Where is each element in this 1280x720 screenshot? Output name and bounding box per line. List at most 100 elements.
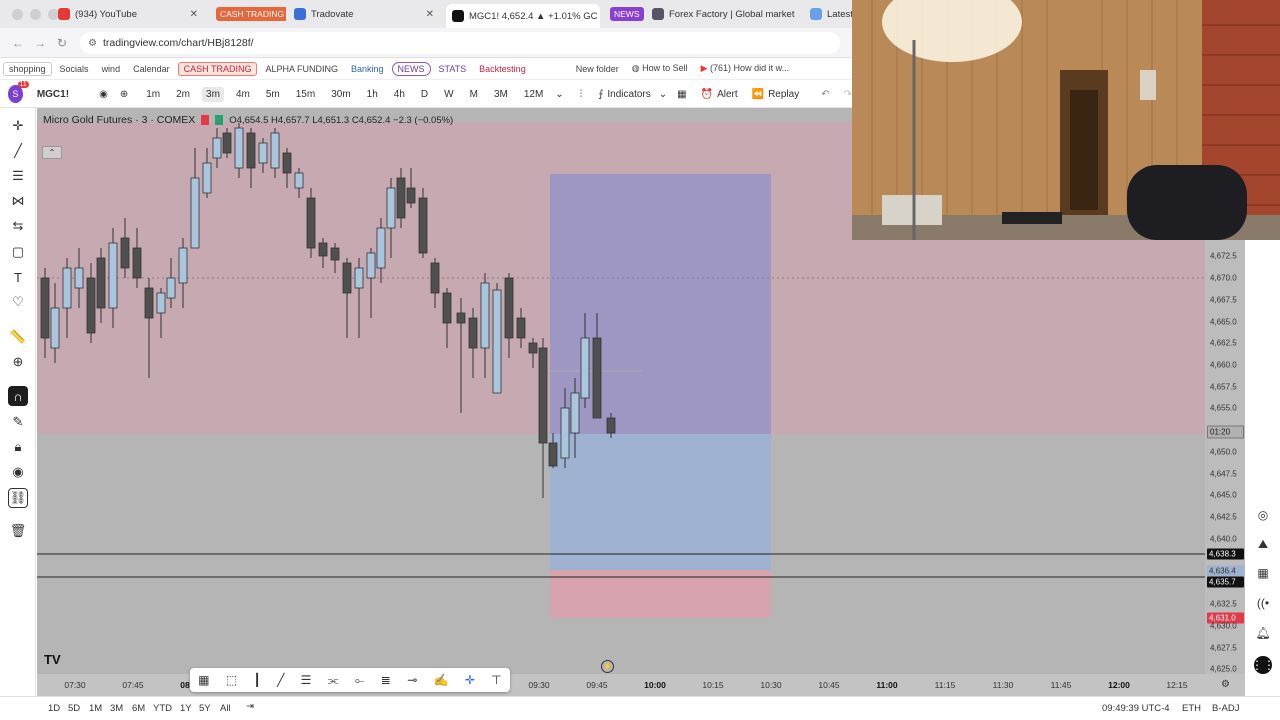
tab-latest[interactable]: Latest: [804, 4, 852, 24]
bookmark-stats[interactable]: STATS: [434, 63, 472, 75]
interval-1m[interactable]: 1m: [142, 87, 164, 102]
interval-d[interactable]: D: [417, 87, 432, 102]
grid-icon[interactable]: ▦: [198, 673, 209, 687]
bookmark-wind[interactable]: wind: [97, 63, 126, 75]
horizontal-lines-icon[interactable]: ☰: [301, 673, 312, 687]
ruler-icon[interactable]: 📏: [8, 327, 28, 347]
parallel-channel-icon[interactable]: ⫘: [328, 673, 339, 688]
undo-icon[interactable]: ↶: [821, 89, 829, 100]
range-1y[interactable]: 1Y: [180, 703, 192, 714]
interval-1h[interactable]: 1h: [363, 87, 382, 102]
range-5d[interactable]: 5D: [68, 703, 80, 714]
pattern-icon[interactable]: ⋈: [8, 191, 28, 211]
trend-line-icon[interactable]: ╱: [277, 673, 284, 687]
indicators-icon[interactable]: ⨍: [598, 89, 603, 100]
range-6m[interactable]: 6M: [132, 703, 145, 714]
bell-icon[interactable]: 🔔︎: [1254, 624, 1272, 642]
fib-icon[interactable]: ≣: [381, 673, 391, 687]
interval-15m[interactable]: 15m: [292, 87, 319, 102]
apps-grid-icon[interactable]: ⋮⋮: [1251, 656, 1275, 674]
minimize-window-icon[interactable]: [30, 9, 41, 20]
chevron-down-icon[interactable]: ⌄: [555, 89, 563, 100]
time-settings-icon[interactable]: ⚙: [1221, 679, 1230, 690]
tab-tradingview[interactable]: MGC1! 4,652.4 ▲ +1.01% GC ✕: [446, 4, 600, 28]
crosshair-icon[interactable]: ✛: [8, 116, 28, 136]
range-all[interactable]: All: [220, 703, 231, 714]
vertical-line-icon[interactable]: ┃: [254, 673, 261, 687]
alert-button[interactable]: Alert: [717, 89, 738, 100]
tab-forex-factory[interactable]: Forex Factory | Global market ✕: [646, 4, 800, 24]
stay-drawing-icon[interactable]: ✎: [8, 412, 28, 432]
shape-icon[interactable]: ▢: [8, 242, 28, 262]
magnet-icon[interactable]: ∩: [8, 386, 28, 406]
site-settings-icon[interactable]: ⚙: [88, 38, 97, 49]
url-input[interactable]: ⚙ tradingview.com/chart/HBj8128f/: [80, 32, 840, 54]
chevron-down-icon[interactable]: ⌄: [659, 89, 667, 100]
interval-m[interactable]: M: [466, 87, 482, 102]
bookmark-backtesting[interactable]: Backtesting: [474, 63, 531, 75]
heart-icon[interactable]: ♡: [8, 292, 28, 312]
indicators-button[interactable]: Indicators: [607, 89, 650, 100]
brush-icon[interactable]: ✍: [434, 673, 449, 687]
back-arrow-icon[interactable]: ←: [12, 36, 24, 50]
interval-2m[interactable]: 2m: [172, 87, 194, 102]
close-window-icon[interactable]: [12, 9, 23, 20]
bookmark-cash-trading[interactable]: CASH TRADING: [177, 61, 258, 76]
eye-icon[interactable]: ◉: [8, 462, 28, 482]
alarm-clock-icon[interactable]: ⏰: [701, 89, 713, 100]
bookmark-shopping[interactable]: shopping: [3, 61, 52, 76]
range-5y[interactable]: 5Y: [199, 703, 211, 714]
eye-icon[interactable]: ◉: [99, 89, 108, 100]
close-tab-icon[interactable]: ✕: [426, 9, 434, 20]
date-range-icon[interactable]: ⇥: [246, 701, 254, 712]
range-3m[interactable]: 3M: [110, 703, 123, 714]
symbol-search-input[interactable]: MGC1!: [37, 89, 91, 100]
replay-button[interactable]: Replay: [768, 89, 799, 100]
adjustment-text[interactable]: B-ADJ: [1212, 703, 1239, 714]
signal-icon[interactable]: ((•: [1254, 594, 1272, 612]
ray-icon[interactable]: ⊸: [407, 673, 417, 687]
compare-add-icon[interactable]: ⊕: [120, 89, 128, 100]
interval-3m[interactable]: 3m: [202, 86, 224, 102]
reload-icon[interactable]: ↻: [57, 36, 67, 50]
session-text[interactable]: ETH: [1182, 703, 1201, 714]
text-icon[interactable]: T: [8, 267, 28, 287]
clock-text[interactable]: 09:49:39 UTC-4: [1102, 703, 1170, 714]
bookmark-how-to-sell[interactable]: ◍ How to Sell: [627, 62, 693, 75]
select-box-icon[interactable]: ⬚: [226, 673, 237, 687]
ideas-icon[interactable]: ⛰: [1254, 535, 1272, 553]
text-box-icon[interactable]: ⊤: [491, 673, 501, 687]
calendar-icon[interactable]: ▦: [1254, 564, 1272, 582]
range-ytd[interactable]: YTD: [153, 703, 172, 714]
bookmark-banking[interactable]: Banking: [346, 63, 389, 75]
interval-3m-month[interactable]: 3M: [490, 87, 512, 102]
tab-news[interactable]: NEWS: [604, 4, 644, 24]
interval-w[interactable]: W: [440, 87, 457, 102]
lightning-icon[interactable]: ⚡: [601, 660, 614, 673]
collapse-legend-button[interactable]: ⌃: [42, 146, 62, 159]
replay-icon[interactable]: ⏪: [752, 89, 764, 100]
bookmark-socials[interactable]: Socials: [55, 63, 94, 75]
tab-tradovate[interactable]: Tradovate ✕: [288, 4, 440, 24]
redo-icon[interactable]: ↷: [844, 89, 852, 100]
trend-line-icon[interactable]: ╱: [8, 141, 28, 161]
bookmark-new-folder[interactable]: New folder: [571, 63, 624, 75]
range-1d[interactable]: 1D: [48, 703, 60, 714]
interval-4h[interactable]: 4h: [390, 87, 409, 102]
templates-icon[interactable]: ▦: [677, 89, 686, 100]
close-tab-icon[interactable]: ✕: [799, 9, 800, 20]
interval-5m[interactable]: 5m: [262, 87, 284, 102]
interval-30m[interactable]: 30m: [327, 87, 354, 102]
tab-cash-trading[interactable]: CASH TRADING: [210, 4, 286, 24]
tab-youtube[interactable]: (934) YouTube ✕: [52, 4, 204, 24]
bookmark-youtube-video[interactable]: ▶ (761) How did it w...: [696, 62, 794, 75]
bookmark-news[interactable]: NEWS: [391, 61, 431, 76]
close-tab-icon[interactable]: ✕: [190, 9, 198, 20]
bookmark-calendar[interactable]: Calendar: [128, 63, 175, 75]
forward-arrow-icon[interactable]: →: [34, 36, 46, 50]
link-icon[interactable]: ⛓: [8, 488, 28, 508]
interval-4m[interactable]: 4m: [232, 87, 254, 102]
lock-icon[interactable]: 🔒︎: [8, 437, 28, 457]
forecast-icon[interactable]: ⇆: [8, 216, 28, 236]
bookmark-alpha-funding[interactable]: ALPHA FUNDING: [260, 63, 343, 75]
